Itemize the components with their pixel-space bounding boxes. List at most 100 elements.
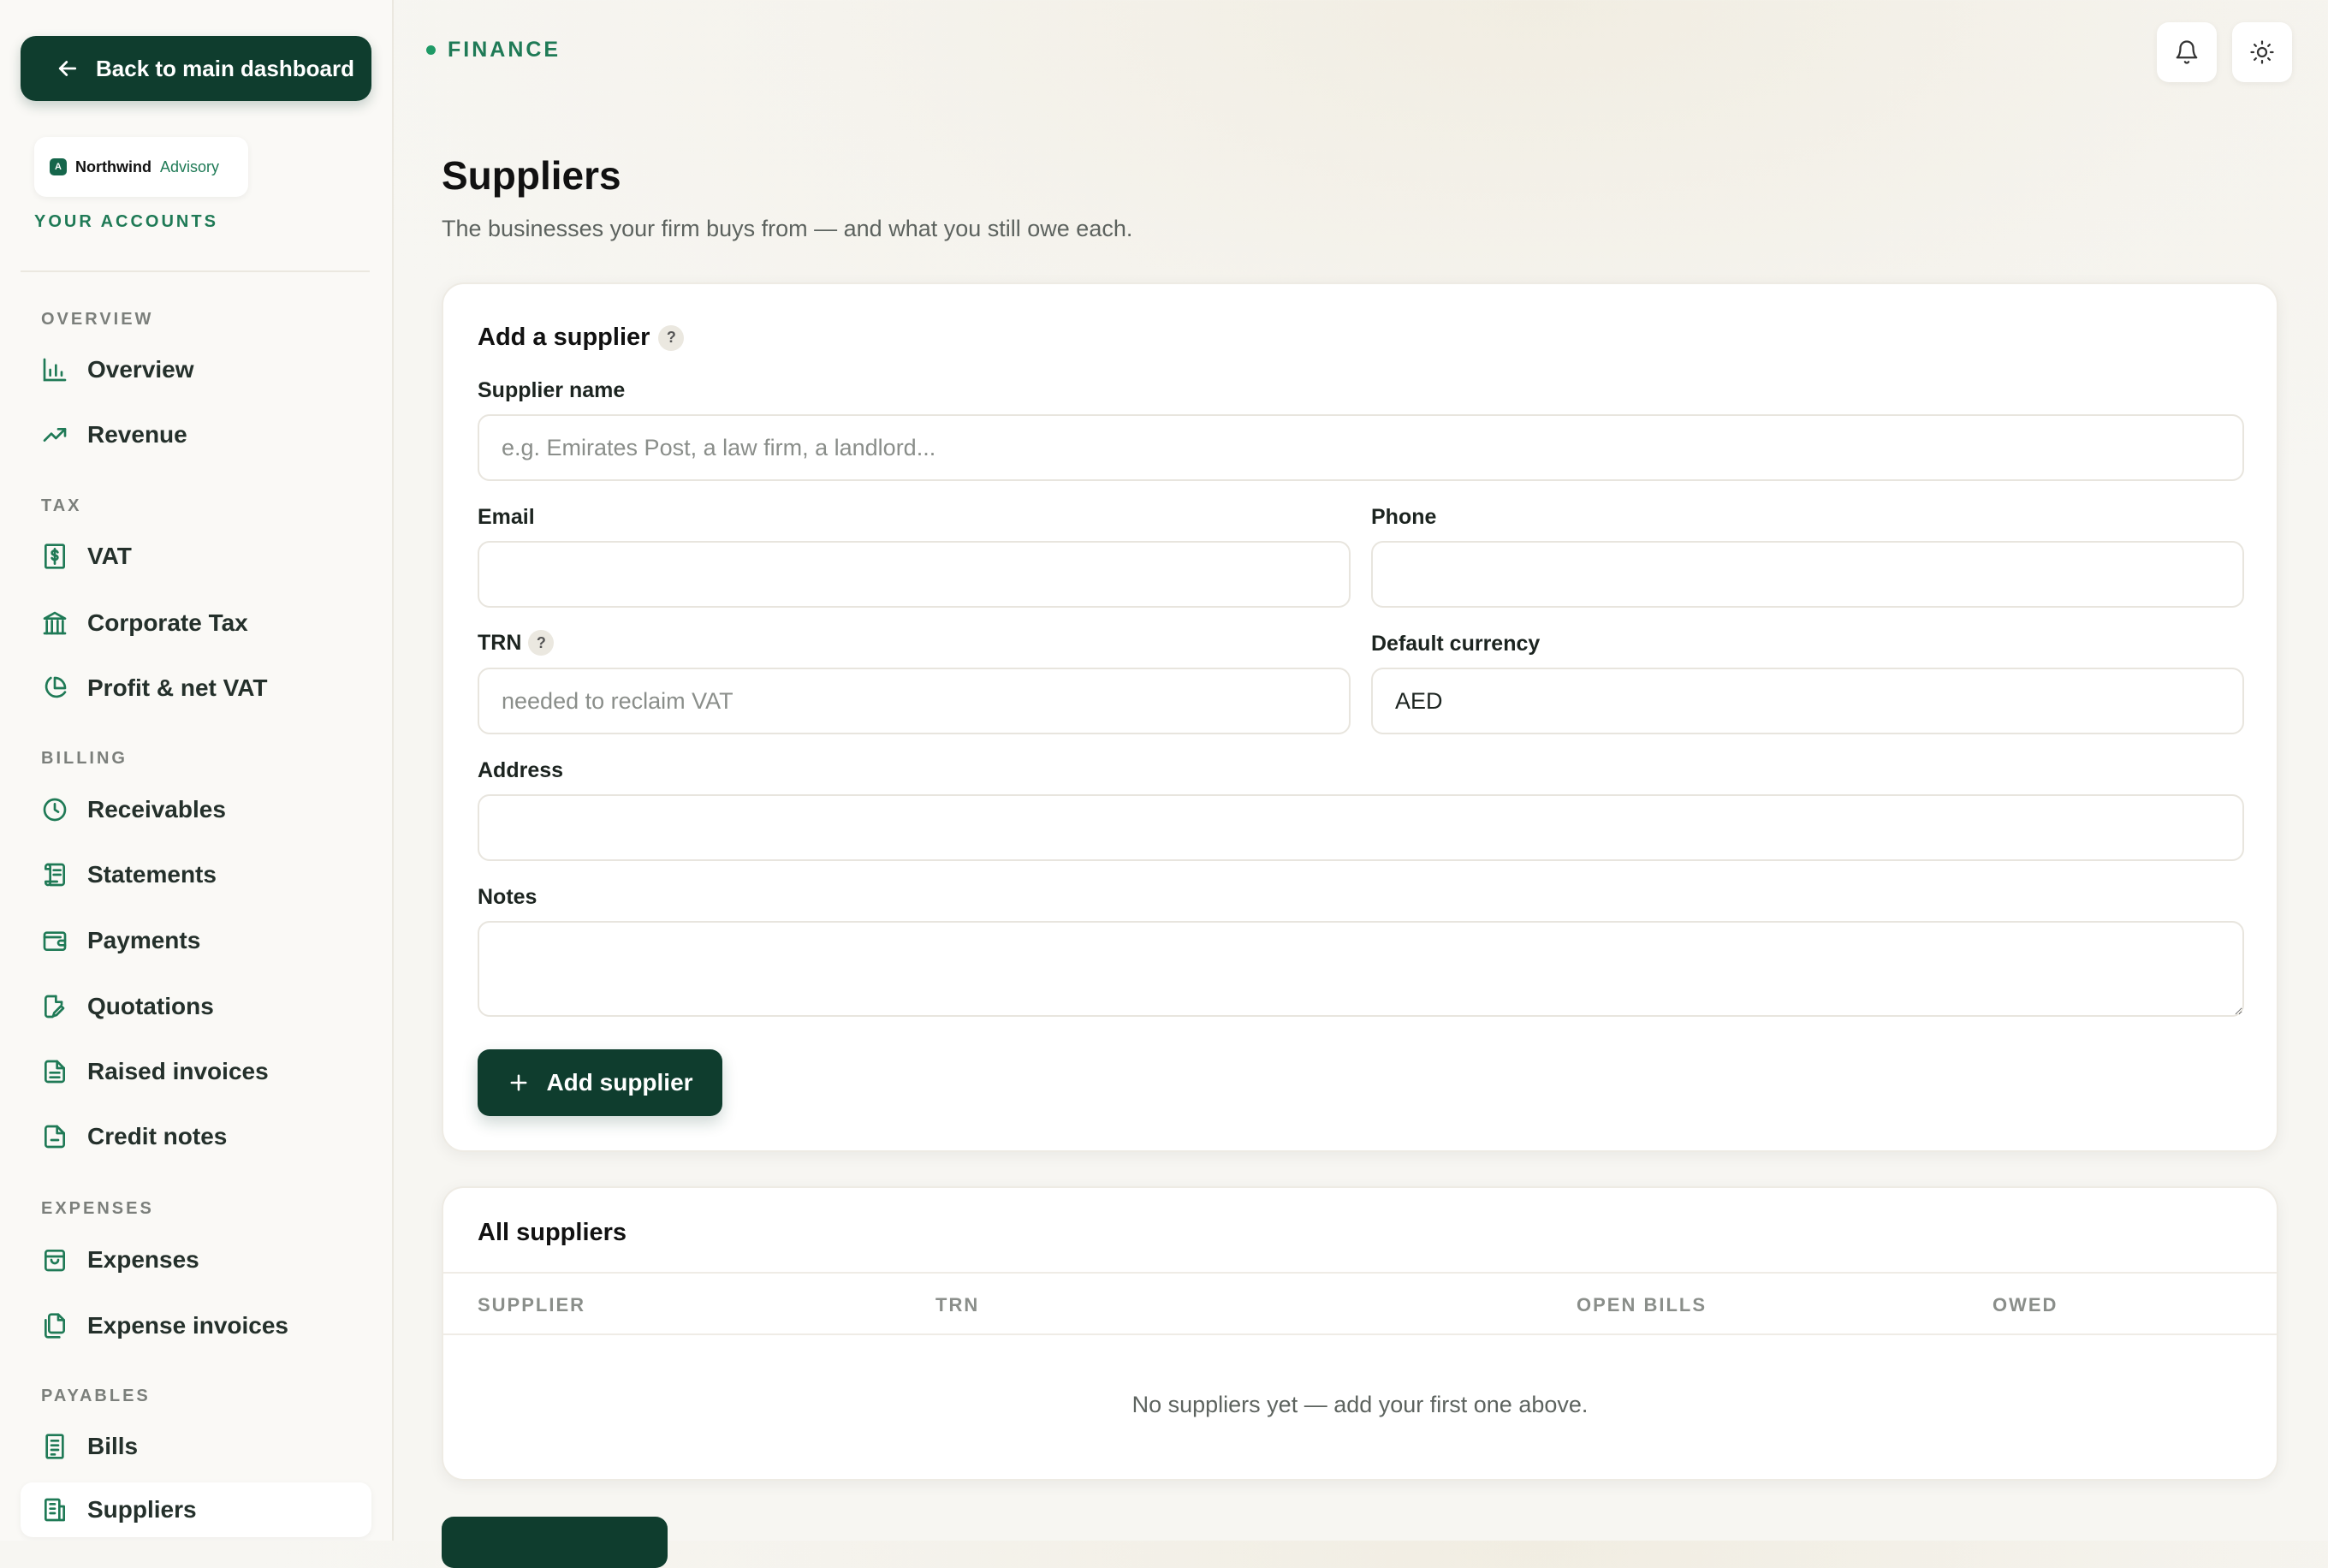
sidebar-item-profit-net-vat[interactable]: Profit & net VAT xyxy=(21,661,371,716)
section-label-payables: PAYABLES xyxy=(41,1387,151,1405)
sidebar-item-label: Statements xyxy=(87,861,217,888)
files-icon xyxy=(45,1313,65,1339)
add-supplier-card: Add a supplier ? Supplier name Email Pho… xyxy=(442,282,2278,1152)
clock-icon xyxy=(43,798,67,822)
sidebar-item-payments[interactable]: Payments xyxy=(21,913,371,968)
sidebar-item-label: Quotations xyxy=(87,993,214,1019)
brand-sub: Advisory xyxy=(159,157,220,175)
sidebar-item-label: Corporate Tax xyxy=(87,609,248,636)
sidebar-item-receivables[interactable]: Receivables xyxy=(21,782,371,837)
back-to-dashboard-button[interactable]: Back to main dashboard xyxy=(21,36,371,101)
sidebar-item-statements[interactable]: Statements xyxy=(21,847,371,902)
sidebar-item-label: Expense invoices xyxy=(87,1312,289,1339)
sidebar-item-credit-notes[interactable]: Credit notes xyxy=(21,1109,371,1164)
section-breadcrumb-label: FINANCE xyxy=(448,38,561,62)
sidebar-item-suppliers[interactable]: Suppliers xyxy=(21,1482,371,1537)
file-pen-icon xyxy=(45,995,65,1019)
status-dot xyxy=(426,45,436,55)
add-supplier-title: Add a supplier ? xyxy=(478,324,685,352)
theme-toggle-button[interactable] xyxy=(2232,22,2292,82)
phone-field[interactable] xyxy=(1371,541,2244,608)
section-label-tax: TAX xyxy=(41,496,82,515)
trn-label-row: TRN ? xyxy=(478,630,555,656)
section-breadcrumb: FINANCE xyxy=(426,38,561,62)
phone-label: Phone xyxy=(1371,505,1437,529)
page-title: Suppliers xyxy=(442,153,621,198)
sidebar-item-label: Expenses xyxy=(87,1246,199,1273)
trending-up-icon xyxy=(43,428,67,442)
sidebar-item-label: VAT xyxy=(87,543,132,569)
section-label-overview: OVERVIEW xyxy=(41,310,154,329)
arrow-left-icon xyxy=(58,61,77,76)
email-field[interactable] xyxy=(478,541,1351,608)
section-label-expenses: EXPENSES xyxy=(41,1199,154,1218)
sidebar-item-label: Credit notes xyxy=(87,1123,228,1149)
notes-textarea[interactable] xyxy=(478,921,2244,1017)
address-field[interactable] xyxy=(478,794,2244,861)
supplier-name-label: Supplier name xyxy=(478,378,626,402)
sidebar-item-label: Payments xyxy=(87,927,201,953)
sidebar-item-label: Revenue xyxy=(87,421,187,448)
column-header-trn[interactable]: TRN xyxy=(935,1294,979,1316)
empty-state-message: No suppliers yet — add your first one ab… xyxy=(1131,1392,1589,1417)
trn-label: TRN xyxy=(478,630,522,655)
wallet-icon xyxy=(43,931,67,951)
email-label: Email xyxy=(478,505,535,529)
sidebar-item-vat[interactable]: VAT xyxy=(21,529,371,584)
receipt-icon xyxy=(45,1434,64,1459)
sidebar: Back to main dashboard A Northwind Advis… xyxy=(0,0,394,1541)
landmark-icon xyxy=(43,611,67,635)
sun-icon xyxy=(2250,40,2274,64)
sidebar-divider xyxy=(21,270,370,272)
supplier-name-input[interactable] xyxy=(478,414,2244,481)
file-icon xyxy=(45,1125,65,1149)
sidebar-item-corporate-tax[interactable]: Corporate Tax xyxy=(21,596,371,650)
bar-chart-icon xyxy=(43,358,67,382)
sidebar-item-label: Receivables xyxy=(87,796,226,823)
currency-label: Default currency xyxy=(1371,632,1541,656)
building-icon xyxy=(45,1498,65,1522)
sidebar-item-label: Raised invoices xyxy=(87,1058,269,1084)
back-button-label: Back to main dashboard xyxy=(96,55,354,81)
notes-label: Notes xyxy=(478,885,537,909)
sidebar-item-label: Bills xyxy=(87,1433,139,1459)
suppliers-table-card: All suppliers SUPPLIER TRN OPEN BILLS OW… xyxy=(442,1186,2278,1481)
sidebar-item-bills[interactable]: Bills xyxy=(21,1419,371,1474)
help-icon[interactable]: ? xyxy=(658,324,685,351)
trn-input[interactable] xyxy=(478,668,1351,734)
address-label: Address xyxy=(478,758,564,782)
brand-logo-icon: A xyxy=(50,158,67,175)
sidebar-item-raised-invoices[interactable]: Raised invoices xyxy=(21,1044,371,1099)
sidebar-item-label: Overview xyxy=(87,356,194,383)
scroll-icon xyxy=(45,863,65,887)
add-supplier-title-text: Add a supplier xyxy=(478,324,650,351)
currency-field[interactable] xyxy=(1371,668,2244,734)
column-header-owed[interactable]: OWED xyxy=(1992,1294,2058,1316)
sidebar-item-expenses[interactable]: Expenses xyxy=(21,1232,371,1287)
add-supplier-button[interactable]: Add supplier xyxy=(478,1049,722,1116)
shopping-bag-icon xyxy=(45,1250,65,1272)
table-header: SUPPLIER TRN OPEN BILLS OWED xyxy=(443,1272,2277,1335)
help-icon[interactable]: ? xyxy=(528,630,555,656)
account-brand-card[interactable]: A Northwind Advisory xyxy=(34,137,248,197)
notifications-button[interactable] xyxy=(2157,22,2217,82)
your-accounts-link[interactable]: YOUR ACCOUNTS xyxy=(34,212,218,232)
brand-name: Northwind xyxy=(75,157,151,175)
sidebar-item-revenue[interactable]: Revenue xyxy=(21,407,371,462)
sidebar-item-quotations[interactable]: Quotations xyxy=(21,979,371,1034)
sidebar-item-label: Profit & net VAT xyxy=(87,674,268,701)
plus-icon xyxy=(510,1074,527,1091)
column-header-open-bills[interactable]: OPEN BILLS xyxy=(1577,1294,1707,1316)
sidebar-item-overview[interactable]: Overview xyxy=(21,342,371,397)
page-subtitle: The businesses your firm buys from — and… xyxy=(442,216,1133,241)
sidebar-item-expense-invoices[interactable]: Expense invoices xyxy=(21,1298,371,1353)
all-suppliers-title: All suppliers xyxy=(478,1219,627,1246)
sidebar-item-label: Suppliers xyxy=(87,1496,197,1523)
bottom-action-button[interactable] xyxy=(442,1517,668,1568)
bell-icon xyxy=(2176,40,2198,64)
receipt-dollar-icon xyxy=(45,543,65,569)
file-text-icon xyxy=(45,1060,65,1084)
section-label-billing: BILLING xyxy=(41,749,128,768)
pie-chart-icon xyxy=(45,676,67,698)
column-header-supplier[interactable]: SUPPLIER xyxy=(478,1294,585,1316)
